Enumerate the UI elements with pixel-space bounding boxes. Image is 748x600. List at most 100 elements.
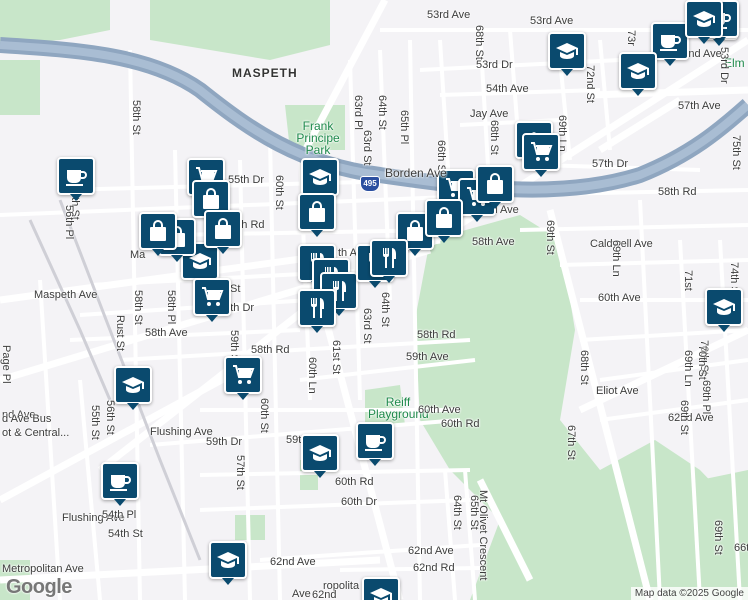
shopping-marker[interactable]	[139, 212, 177, 256]
street-label: 59th Dr	[206, 436, 243, 448]
street-label: 59th Ave	[406, 351, 449, 363]
street-label: 53rd Dr	[476, 59, 513, 71]
street-label: 58th St	[130, 100, 142, 135]
shopping-bag-icon	[199, 187, 223, 211]
shopping-bag-icon	[483, 172, 507, 196]
shopping-marker[interactable]	[425, 199, 463, 243]
street-label: 69th St	[544, 220, 556, 255]
restaurant-marker[interactable]	[298, 289, 336, 333]
school-marker[interactable]	[114, 366, 152, 410]
street-label: Maspeth Ave	[34, 289, 98, 301]
street-label: 62nd Ave	[408, 545, 454, 557]
map-attribution[interactable]: Map data ©2025 Google	[630, 587, 748, 600]
graduation-cap-icon	[369, 584, 393, 600]
street-label: 59t	[286, 434, 302, 446]
restaurant-marker[interactable]	[370, 239, 408, 283]
street-label: 56th Pl	[63, 205, 75, 240]
shopping-bag-icon	[146, 219, 170, 243]
street-label: 69th St	[678, 400, 690, 435]
school-marker[interactable]	[362, 577, 400, 600]
school-marker[interactable]	[548, 32, 586, 76]
street-label: 58th Ave	[472, 236, 515, 248]
park-label: Frank Principe Park	[296, 119, 340, 157]
graduation-cap-icon	[626, 59, 650, 83]
street-label: Flushing Ave	[150, 426, 213, 438]
street-label: 69th Ln	[682, 350, 694, 387]
street-label: 58th Rd	[417, 329, 456, 341]
street-label: 63rd Pl	[352, 95, 364, 130]
shopping-bag-icon	[211, 217, 235, 241]
fork-knife-icon	[377, 246, 401, 270]
street-label: 63rd St	[361, 308, 373, 344]
cafe-marker[interactable]	[57, 157, 95, 201]
coffee-cup-icon	[658, 29, 682, 53]
street-label: 60th Ln	[306, 357, 318, 394]
coffee-cup-icon	[363, 429, 387, 453]
street-label: 64th St	[376, 95, 388, 130]
street-label: 62nd	[312, 589, 337, 600]
shopping-bag-icon	[305, 200, 329, 224]
street-label: 68th St	[473, 25, 485, 60]
shopping-cart-icon	[200, 285, 224, 309]
street-label: 58th Ave	[145, 327, 188, 339]
street-label: 60th Ave	[418, 404, 461, 416]
street-label: Ma	[130, 249, 146, 261]
street-label: 69th St	[712, 520, 724, 555]
street-label: 60th St	[273, 175, 285, 210]
street-label: 63rd St	[361, 130, 373, 166]
street-label: 73r	[625, 30, 637, 46]
school-marker[interactable]	[209, 541, 247, 585]
street-label: 67th St	[565, 425, 577, 460]
street-label: 72nd St	[584, 65, 596, 103]
graduation-cap-icon	[216, 548, 240, 572]
area-label: MASPETH	[232, 66, 298, 80]
street-label: 58th Rd	[251, 344, 290, 356]
shopping-cart-icon	[529, 140, 553, 164]
graduation-cap-icon	[555, 39, 579, 63]
school-marker[interactable]	[705, 288, 743, 332]
school-marker[interactable]	[685, 0, 723, 44]
street-label: 57th Ave	[678, 100, 721, 112]
street-label: 68th St	[488, 120, 500, 155]
street-label: 56th St	[104, 400, 116, 435]
street-label: ot & Central...	[2, 427, 70, 439]
street-label: 64th St	[451, 495, 463, 530]
highway-label: Borden Ave	[385, 166, 447, 180]
graduation-cap-icon	[692, 7, 716, 31]
graduation-cap-icon	[308, 441, 332, 465]
street-label: 60th Rd	[335, 476, 374, 488]
coffee-cup-icon	[108, 469, 132, 493]
street-label: 60th Dr	[341, 496, 378, 508]
street-label: 60th St	[258, 398, 270, 433]
street-label: Page Pl	[0, 345, 12, 384]
map-canvas[interactable]: MASPETH Elm Frank Principe Park Reiff Playg…	[0, 0, 748, 600]
street-label: 62nd Rd	[413, 562, 455, 574]
school-marker[interactable]	[301, 158, 339, 202]
street-label: St	[230, 283, 241, 295]
cafe-marker[interactable]	[356, 422, 394, 466]
grocery-marker[interactable]	[193, 278, 231, 322]
shopping-bag-icon	[432, 206, 456, 230]
street-label: 60th Rd	[441, 418, 480, 430]
street-label: 69th Ln	[610, 240, 622, 277]
street-label: 57th Dr	[592, 158, 629, 170]
street-label: 58th St	[132, 290, 144, 325]
street-label: 70th St	[696, 345, 708, 380]
shopping-marker[interactable]	[204, 210, 242, 254]
grocery-marker[interactable]	[522, 133, 560, 177]
grocery-marker[interactable]	[224, 356, 262, 400]
highway-shield: 495	[360, 176, 380, 192]
school-marker[interactable]	[619, 52, 657, 96]
street-label: Jay Ave	[470, 108, 509, 120]
street-label: 53rd Ave	[427, 9, 471, 21]
school-marker[interactable]	[301, 434, 339, 478]
street-label: 54th Ave	[486, 83, 529, 95]
fork-knife-icon	[305, 296, 329, 320]
street-label: 61st St	[330, 340, 342, 375]
street-label: 65th Pl	[398, 110, 410, 145]
cafe-marker[interactable]	[101, 462, 139, 506]
shopping-marker[interactable]	[298, 193, 336, 237]
street-label: 69th Pl	[700, 380, 712, 415]
shopping-marker[interactable]	[476, 165, 514, 209]
graduation-cap-icon	[712, 295, 736, 319]
